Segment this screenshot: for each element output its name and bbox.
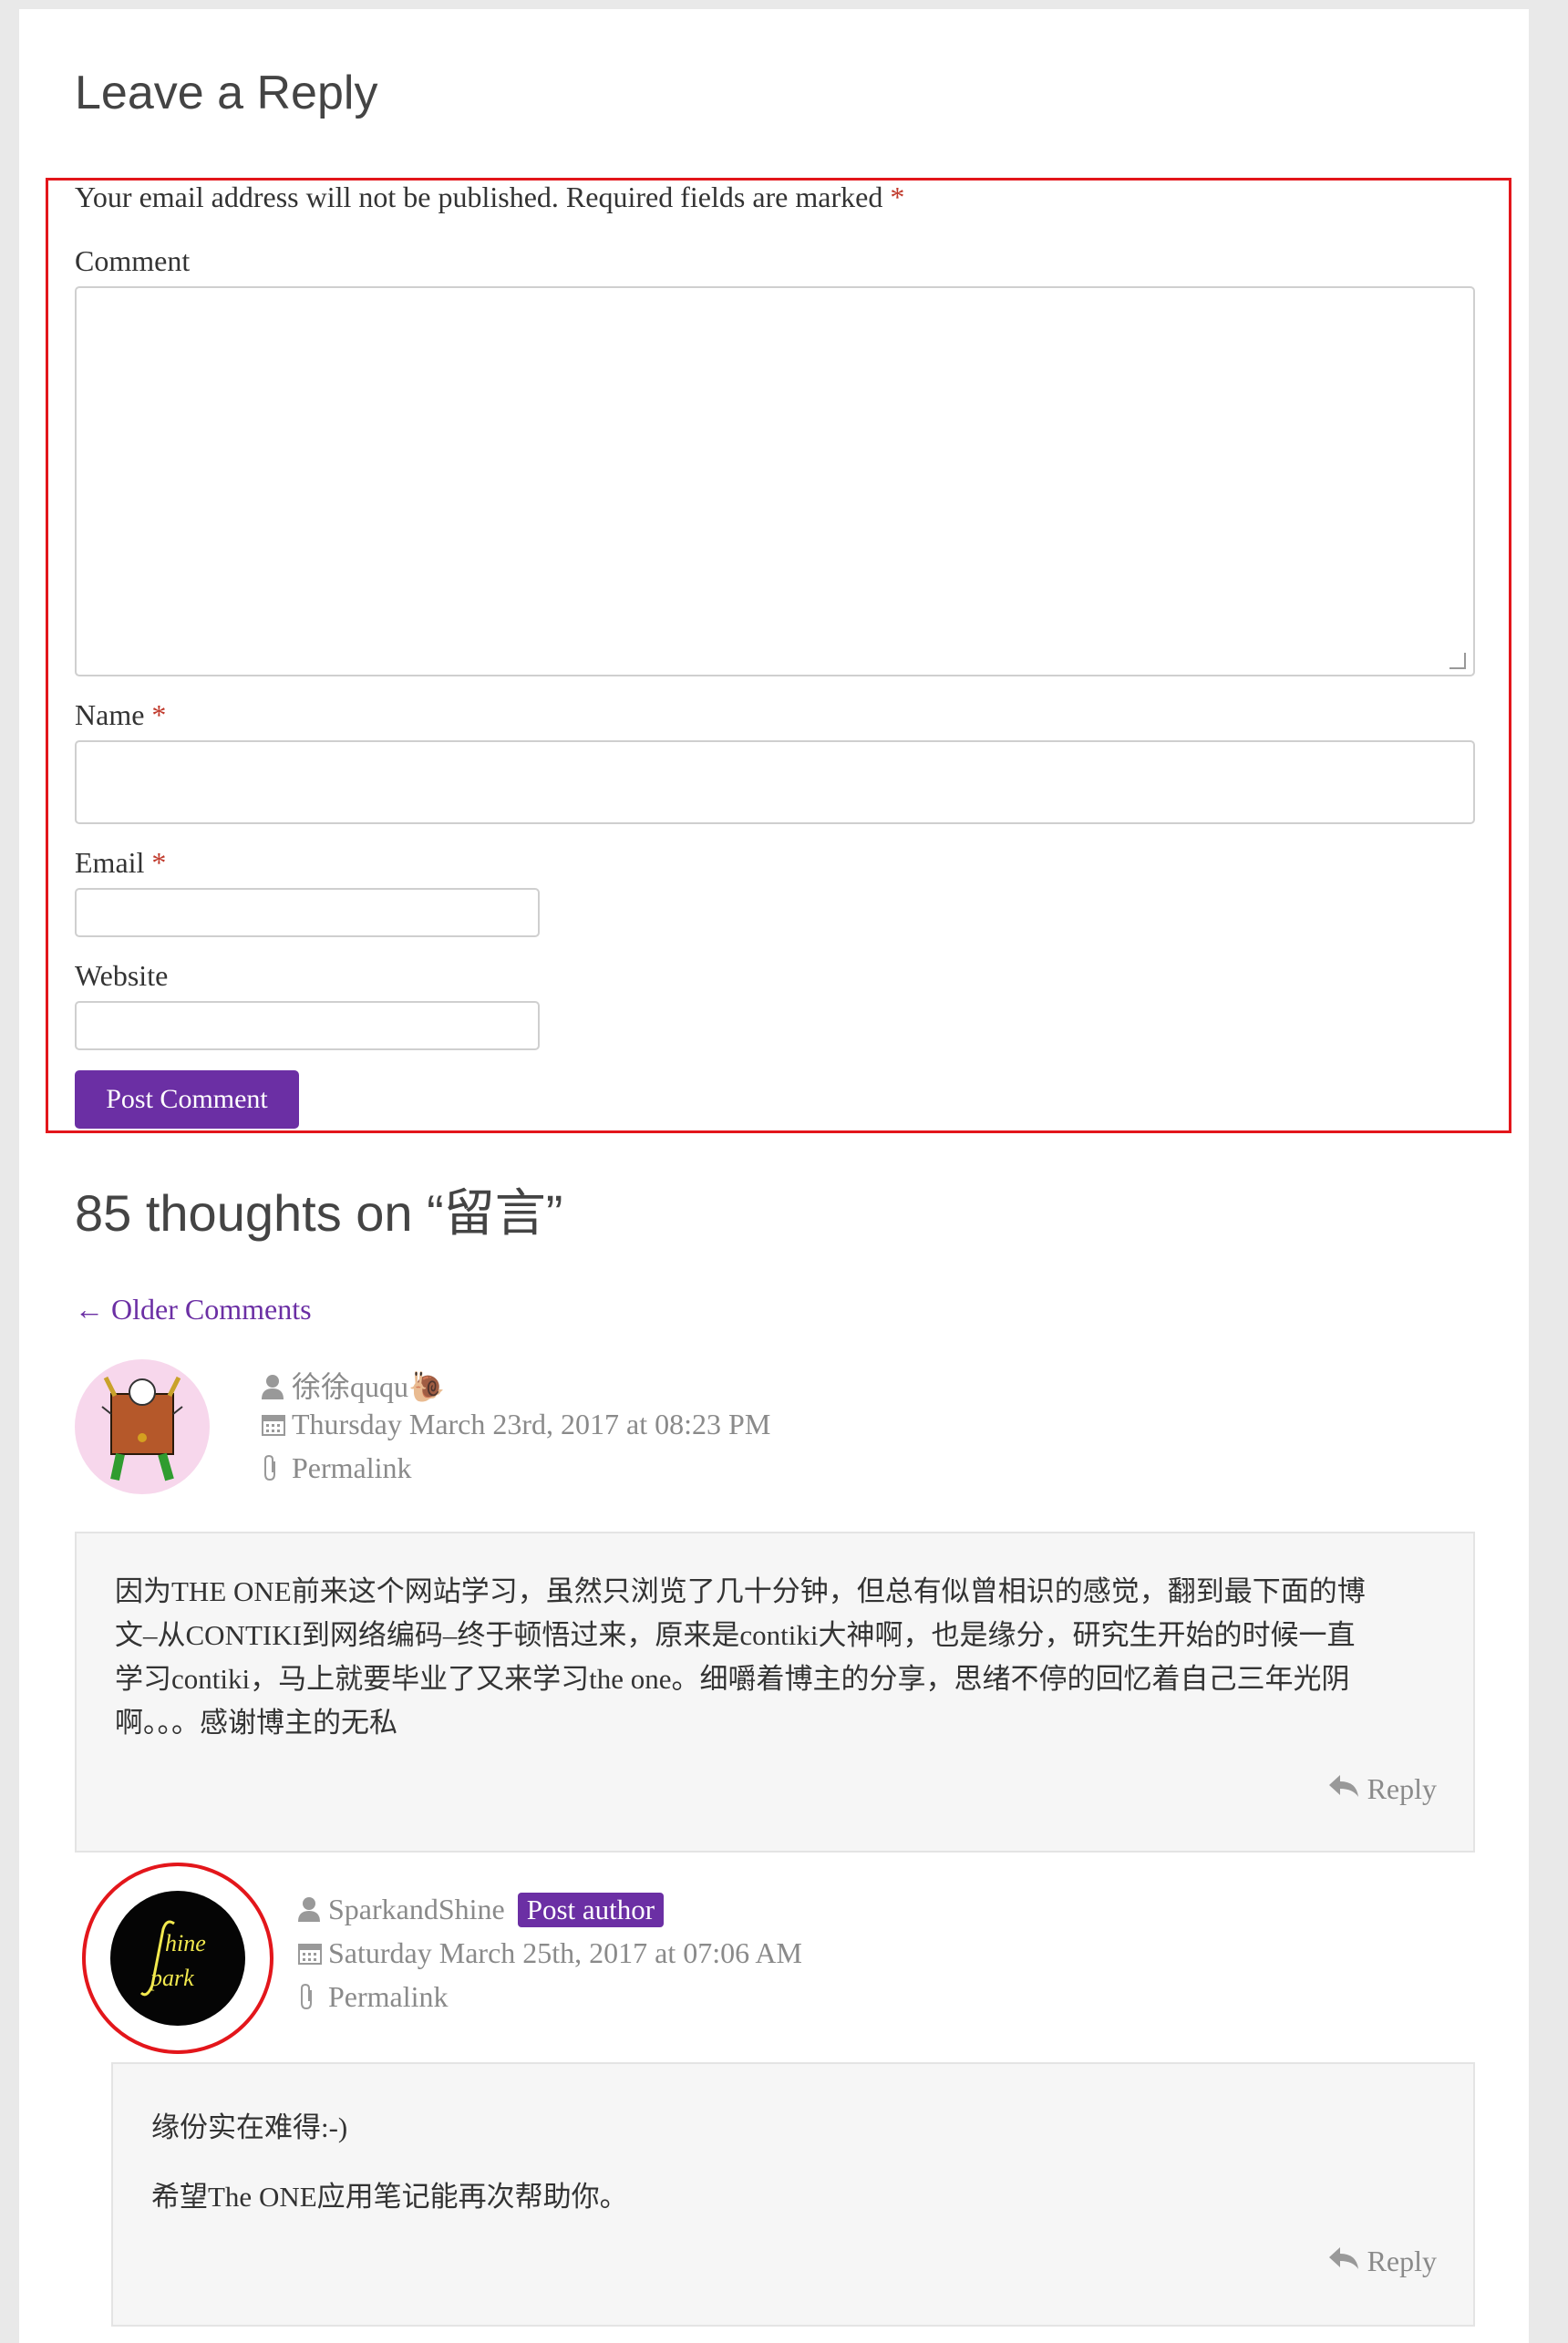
email-required-mark: * — [151, 846, 167, 879]
comment-label: Comment — [75, 244, 191, 277]
notes-text: Your email address will not be published… — [75, 181, 883, 213]
name-required-mark: * — [151, 698, 167, 731]
comment-textarea[interactable] — [75, 286, 1475, 676]
permalink-text[interactable]: Permalink — [328, 1980, 449, 2013]
resize-handle-icon[interactable] — [1449, 653, 1466, 669]
name-label: Name * — [75, 698, 166, 732]
comment-line: 希望The ONE应用笔记能再次帮助你。 — [151, 2181, 628, 2213]
comment-author: 徐徐ququ🐌 — [261, 1364, 445, 1407]
comment-line: 缘份实在难得:-) — [151, 2111, 348, 2143]
comment-line: 学习contiki，马上就要毕业了又来学习the one。细嚼着博主的分享，思绪… — [115, 1663, 1350, 1695]
name-input[interactable] — [75, 740, 1475, 824]
comments-title: 85 thoughts on “留言” — [75, 1184, 563, 1242]
comment-body-box: 因为THE ONE前来这个网站学习，虽然只浏览了几十分钟，但总有似曾相识的感觉，… — [75, 1532, 1475, 1853]
monster-avatar-icon — [101, 1376, 183, 1481]
author-avatar[interactable]: hine park — [110, 1891, 245, 2026]
website-input[interactable] — [75, 1001, 540, 1050]
reply-label[interactable]: Reply — [1367, 1772, 1437, 1805]
comment-date: Saturday March 25th, 2017 at 07:06 AM — [297, 1936, 802, 1973]
comment-permalink[interactable]: Permalink — [261, 1451, 412, 1489]
user-icon — [261, 1373, 292, 1407]
avatar[interactable] — [75, 1359, 210, 1494]
older-comments-link[interactable]: ← Older Comments — [75, 1293, 312, 1326]
email-label-text: Email — [75, 846, 145, 879]
name-label-text: Name — [75, 698, 145, 731]
paperclip-icon — [261, 1454, 292, 1489]
author-name[interactable]: SparkandShine — [328, 1893, 505, 1925]
comment-notes: Your email address will not be published… — [75, 181, 904, 214]
reply-link[interactable]: Reply — [1327, 1772, 1437, 1806]
avatar-text-top: hine — [165, 1930, 206, 1956]
comment-author: SparkandShine Post author — [297, 1893, 665, 1929]
reply-title: Leave a Reply — [75, 67, 378, 119]
comment-permalink[interactable]: Permalink — [297, 1980, 449, 2018]
comment-line: 文–从CONTIKI到网络编码–终于顿悟过来，原来是contiki大神啊，也是缘… — [115, 1619, 1356, 1651]
user-icon — [297, 1895, 328, 1929]
calendar-icon — [261, 1410, 292, 1444]
author-name[interactable]: 徐徐ququ🐌 — [292, 1370, 445, 1403]
calendar-icon — [297, 1939, 328, 1973]
comment-date: Thursday March 23rd, 2017 at 08:23 PM — [261, 1408, 770, 1444]
comment-line: 因为THE ONE前来这个网站学习，虽然只浏览了几十分钟，但总有似曾相识的感觉，… — [115, 1575, 1366, 1607]
email-label: Email * — [75, 846, 166, 880]
reply-arrow-icon — [1327, 2245, 1367, 2277]
comment-line: 啊。。。感谢博主的无私 — [115, 1707, 397, 1739]
permalink-text[interactable]: Permalink — [292, 1451, 412, 1484]
comment-text: 因为THE ONE前来这个网站学习，虽然只浏览了几十分钟，但总有似曾相识的感觉，… — [115, 1570, 1437, 1745]
email-input[interactable] — [75, 888, 540, 937]
date-text: Thursday March 23rd, 2017 at 08:23 PM — [292, 1408, 771, 1440]
website-label: Website — [75, 959, 169, 992]
reply-arrow-icon — [1327, 1772, 1367, 1805]
date-text: Saturday March 25th, 2017 at 07:06 AM — [328, 1936, 802, 1969]
avatar-text-bottom: park — [149, 1965, 194, 1991]
reply-label[interactable]: Reply — [1367, 2245, 1437, 2277]
comment-body-box: 缘份实在难得:-) 希望The ONE应用笔记能再次帮助你。 Reply — [111, 2062, 1475, 2327]
spark-shine-logo-icon: hine park — [139, 1920, 206, 1997]
post-author-badge: Post author — [517, 1893, 665, 1927]
post-comment-button[interactable]: Post Comment — [75, 1070, 299, 1129]
reply-link[interactable]: Reply — [1327, 2245, 1437, 2278]
required-mark: * — [890, 181, 905, 213]
paperclip-icon — [297, 1983, 328, 2018]
